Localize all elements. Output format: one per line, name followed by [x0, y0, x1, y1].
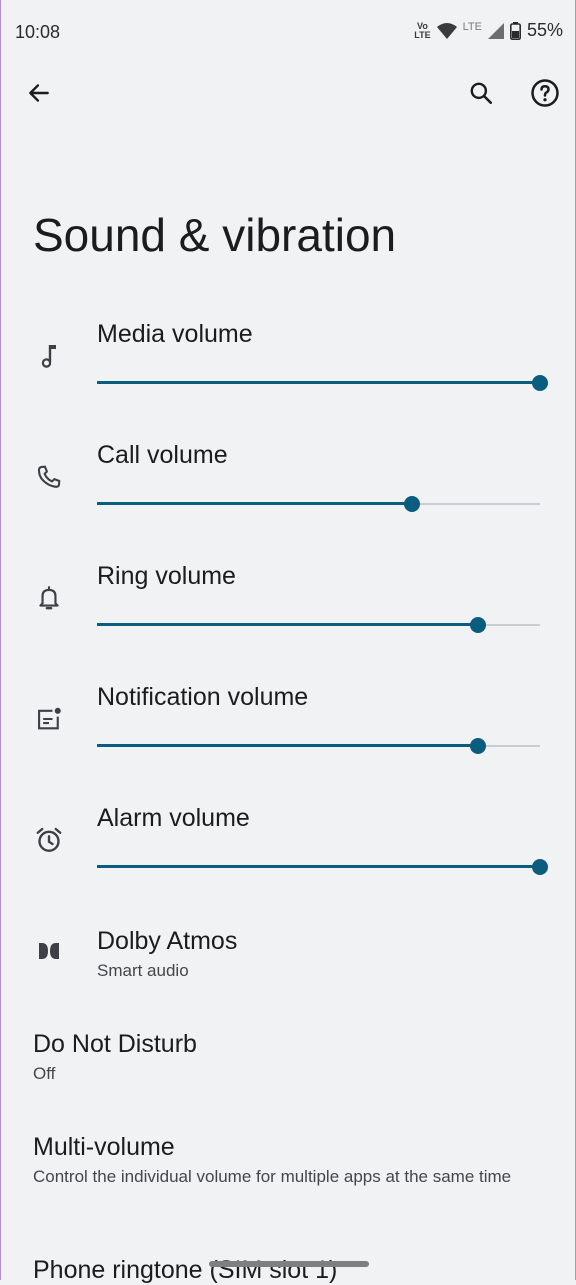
call-volume-setting: Call volume [1, 437, 576, 558]
media-volume-slider[interactable] [97, 373, 548, 393]
help-button[interactable] [525, 73, 565, 113]
ring-volume-slider[interactable] [97, 615, 540, 635]
arrow-back-icon [29, 84, 49, 102]
back-button[interactable] [19, 73, 59, 113]
dolby-atmos-subtitle: Smart audio [97, 961, 189, 980]
do-not-disturb-setting[interactable]: Do Not Disturb Off [33, 1030, 553, 1085]
search-icon [470, 82, 493, 105]
multi-volume-title: Multi-volume [33, 1133, 175, 1161]
media-volume-setting: Media volume [1, 316, 576, 437]
slider-thumb[interactable] [403, 496, 420, 512]
status-icons: Vo LTE LTE 55% [414, 20, 563, 41]
gesture-nav-handle[interactable] [209, 1261, 369, 1267]
music-note-icon [33, 340, 65, 372]
battery-icon [509, 21, 521, 40]
alarm-volume-label: Alarm volume [97, 804, 250, 832]
multi-volume-subtitle: Control the individual volume for multip… [33, 1167, 512, 1186]
multi-volume-setting[interactable]: Multi-volume Control the individual volu… [33, 1133, 553, 1188]
wifi-icon [436, 22, 457, 39]
status-bar: 10:08 Vo LTE LTE 55% [1, 0, 576, 64]
alarm-volume-slider[interactable] [97, 857, 548, 877]
page-title: Sound & vibration [33, 209, 397, 261]
media-volume-label: Media volume [97, 320, 253, 348]
slider-thumb[interactable] [469, 617, 486, 633]
notification-volume-slider[interactable] [97, 736, 540, 756]
search-button[interactable] [461, 73, 501, 113]
slider-thumb[interactable] [532, 375, 548, 391]
app-bar [1, 64, 576, 124]
slider-thumb[interactable] [469, 738, 486, 754]
notification-volume-setting: Notification volume [1, 679, 576, 800]
lte-label: LTE [462, 20, 482, 33]
bell-icon [33, 582, 65, 614]
status-time: 10:08 [15, 22, 61, 42]
phone-icon [33, 461, 65, 493]
do-not-disturb-title: Do Not Disturb [33, 1030, 197, 1058]
alarm-volume-setting: Alarm volume [1, 800, 576, 921]
help-icon [531, 79, 559, 107]
call-volume-slider[interactable] [97, 494, 540, 514]
dolby-atmos-title: Dolby Atmos [97, 927, 238, 955]
notification-volume-label: Notification volume [97, 683, 309, 711]
ring-volume-setting: Ring volume [1, 558, 576, 679]
call-volume-label: Call volume [97, 441, 228, 469]
alarm-icon [33, 824, 65, 856]
notification-icon [33, 703, 65, 735]
do-not-disturb-subtitle: Off [33, 1064, 56, 1083]
dolby-icon [33, 935, 65, 967]
dolby-atmos-setting[interactable]: Dolby Atmos Smart audio [1, 921, 576, 1011]
slider-thumb[interactable] [532, 859, 548, 875]
signal-icon [487, 22, 504, 39]
ring-volume-label: Ring volume [97, 562, 236, 590]
battery-percent: 55% [526, 20, 563, 40]
volte-icon: Vo LTE [414, 20, 431, 40]
